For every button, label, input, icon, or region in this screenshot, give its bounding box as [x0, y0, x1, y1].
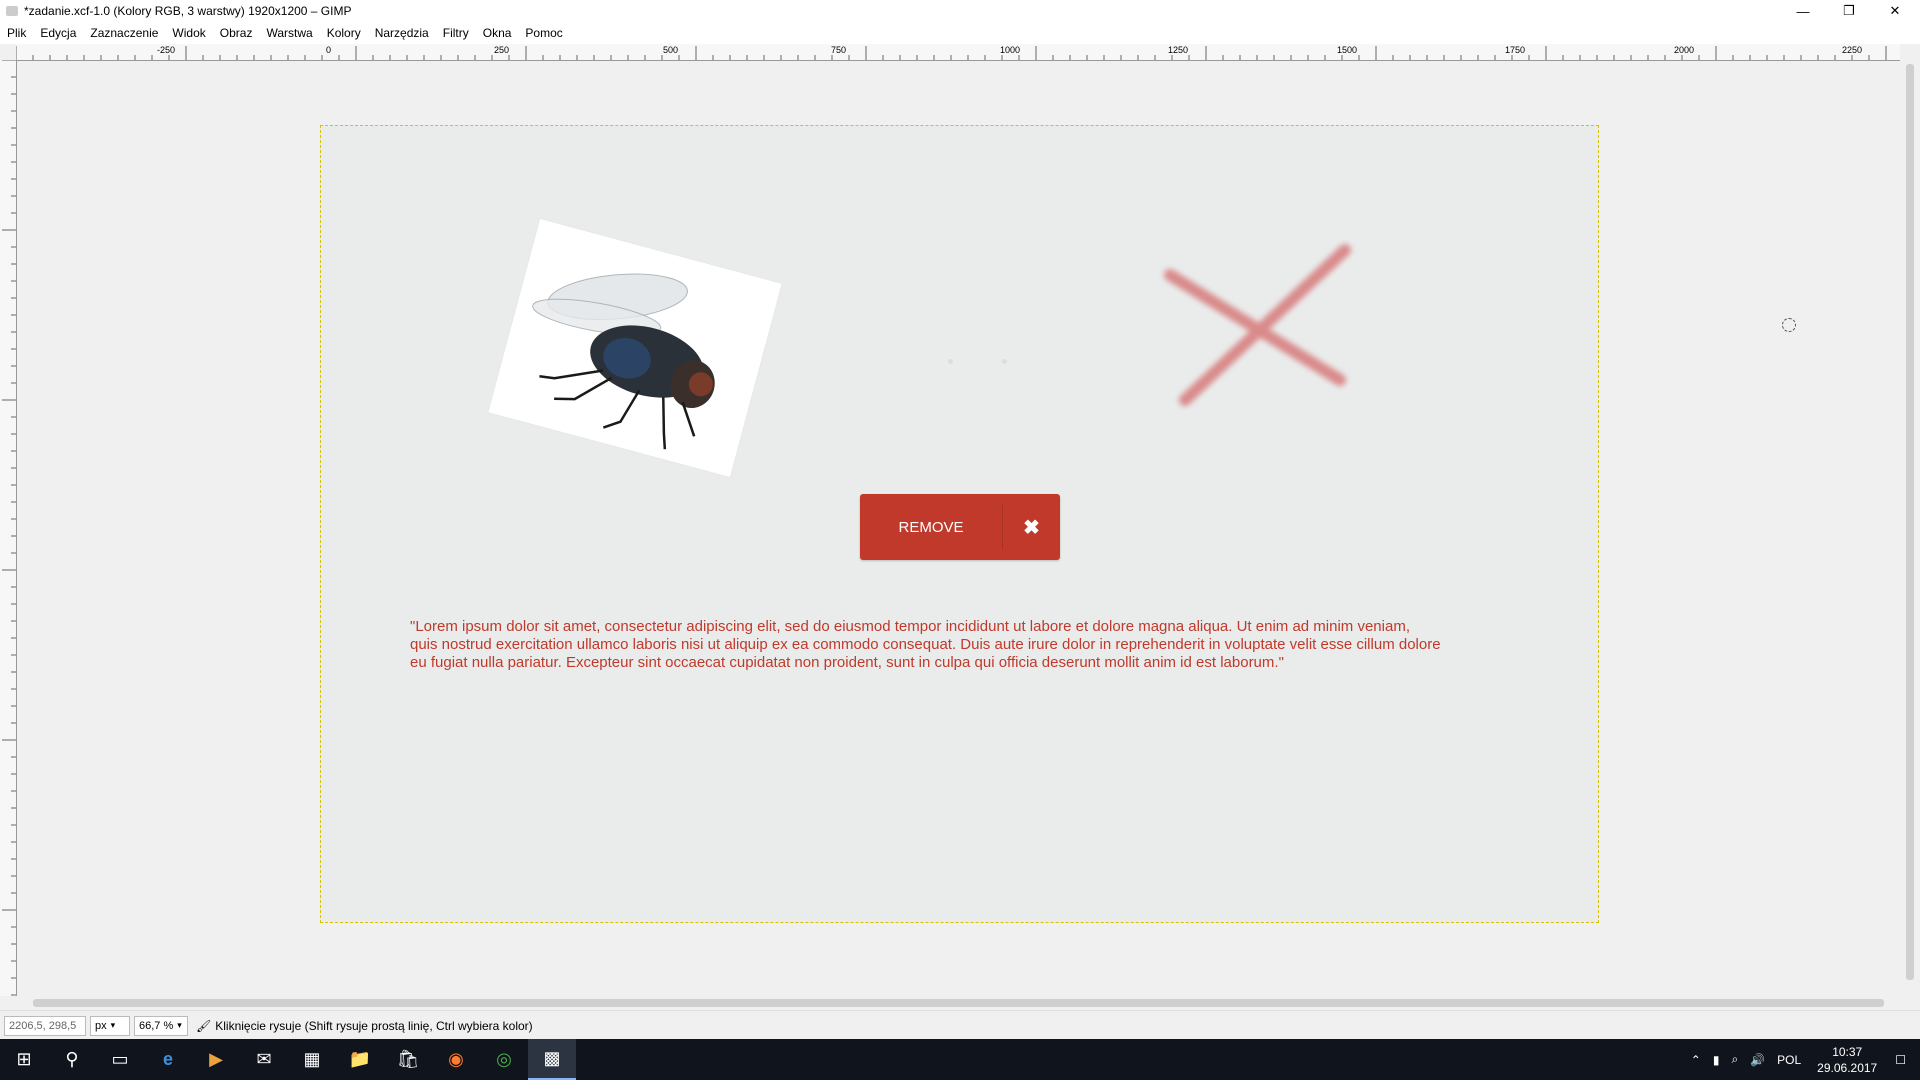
brush-cursor-icon: [1782, 318, 1796, 332]
decorative-dot: [1002, 359, 1007, 364]
zoom-select[interactable]: 66,7 % ▾: [134, 1015, 188, 1036]
edge-icon[interactable]: e: [144, 1039, 192, 1080]
battery-icon[interactable]: ▮: [1713, 1053, 1720, 1067]
menu-edit[interactable]: Edycja: [33, 26, 83, 40]
vertical-scrollbar[interactable]: [1900, 44, 1920, 1000]
unit-select[interactable]: px ▾: [90, 1015, 130, 1036]
gimp-app-icon: [6, 6, 18, 16]
horizontal-ruler[interactable]: -250 0 250 500 750 1000 1250 1500 1750 2…: [16, 44, 1900, 61]
system-tray: ⌃ ▮ ⌕ 🔊 POL 10:37 29.06.2017 ☐: [1679, 1039, 1920, 1080]
unit-value: px: [95, 1019, 107, 1032]
minimize-button[interactable]: —: [1780, 0, 1826, 22]
ruler-corner[interactable]: [0, 44, 17, 61]
gimp-taskbar-icon[interactable]: ▩: [528, 1039, 576, 1080]
chevron-down-icon: ▾: [177, 1020, 182, 1030]
title-bar: *zadanie.xcf-1.0 (Kolory RGB, 3 warstwy)…: [0, 0, 1920, 22]
file-explorer-icon[interactable]: 📁: [336, 1039, 384, 1080]
status-text: Kliknięcie rysuje (Shift rysuje prostą l…: [215, 1018, 533, 1033]
scrollbar-thumb[interactable]: [33, 999, 1884, 1007]
taskbar: ⊞ ⚲ ▭ e ▶ ✉ ▦ 📁 🛍 ◉ ◎ ▩ ⌃ ▮ ⌕ 🔊 POL 10:3…: [0, 1039, 1920, 1080]
horizontal-scrollbar[interactable]: [17, 996, 1900, 1010]
decorative-dot: [948, 359, 953, 364]
menu-bar: Plik Edycja Zaznaczenie Widok Obraz Wars…: [0, 22, 1920, 44]
ruler-label: -250: [157, 45, 176, 55]
chevron-down-icon: ▾: [110, 1020, 116, 1030]
close-button[interactable]: ✕: [1872, 0, 1918, 22]
ruler-label: 1000: [1000, 45, 1021, 55]
status-message: 🖌 Kliknięcie rysuje (Shift rysuje prostą…: [196, 1019, 533, 1033]
ruler-label: 0: [326, 45, 332, 55]
task-view-icon[interactable]: ▭: [96, 1039, 144, 1080]
volume-icon[interactable]: 🔊: [1750, 1053, 1765, 1067]
pointer-coords: 2206,5, 298,5: [4, 1015, 86, 1036]
wifi-icon[interactable]: ⌕: [1731, 1052, 1738, 1067]
close-icon: [1164, 244, 1351, 406]
media-player-icon[interactable]: ▶: [192, 1039, 240, 1080]
ruler-label: 500: [663, 45, 679, 55]
ruler-label: 250: [494, 45, 510, 55]
ruler-label: 750: [831, 45, 847, 55]
status-bar: 2206,5, 298,5 px ▾ 66,7 % ▾ 🖌 Kliknięcie…: [0, 1010, 1920, 1040]
menu-select[interactable]: Zaznaczenie: [83, 26, 165, 40]
ruler-label: 1500: [1337, 45, 1358, 55]
store-icon[interactable]: 🛍: [384, 1039, 432, 1080]
menu-view[interactable]: Widok: [165, 26, 212, 40]
vertical-ruler[interactable]: [0, 60, 17, 996]
ruler-label: 2250: [1842, 45, 1863, 55]
remove-button[interactable]: REMOVE ✖: [860, 494, 1060, 560]
chevron-up-icon[interactable]: ⌃: [1691, 1053, 1701, 1067]
restore-button[interactable]: ❐: [1826, 0, 1872, 22]
clock-date: 29.06.2017: [1817, 1060, 1878, 1075]
mail-icon[interactable]: ✉: [240, 1039, 288, 1080]
language-indicator[interactable]: POL: [1777, 1053, 1801, 1067]
zoom-value: 66,7 %: [139, 1019, 174, 1032]
menu-colors[interactable]: Kolory: [320, 26, 368, 40]
remove-button-label: REMOVE: [898, 518, 964, 536]
ruler-label: 2000: [1674, 45, 1695, 55]
menu-help[interactable]: Pomoc: [518, 26, 569, 40]
calculator-icon[interactable]: ▦: [288, 1039, 336, 1080]
windows-start-icon[interactable]: ⊞: [0, 1039, 48, 1080]
window-title: *zadanie.xcf-1.0 (Kolory RGB, 3 warstwy)…: [24, 4, 352, 18]
paintbrush-icon: 🖌: [196, 1018, 212, 1033]
chrome-icon[interactable]: ◎: [480, 1039, 528, 1080]
scrollbar-thumb[interactable]: [1906, 64, 1914, 980]
search-icon[interactable]: ⚲: [48, 1039, 96, 1080]
menu-image[interactable]: Obraz: [213, 26, 260, 40]
menu-file[interactable]: Plik: [0, 26, 33, 40]
ruler-label: 1250: [1168, 45, 1189, 55]
menu-layer[interactable]: Warstwa: [259, 26, 319, 40]
menu-windows[interactable]: Okna: [476, 26, 519, 40]
menu-tools[interactable]: Narzędzia: [368, 26, 436, 40]
menu-filters[interactable]: Filtry: [436, 26, 476, 40]
close-icon: ✖: [1023, 516, 1040, 539]
clock-time: 10:37: [1832, 1044, 1863, 1059]
lorem-text: "Lorem ipsum dolor sit amet, consectetur…: [410, 618, 1441, 671]
ruler-ticks: [16, 46, 1887, 60]
clock[interactable]: 10:37 29.06.2017: [1817, 1044, 1877, 1076]
ruler-label: 1750: [1505, 45, 1526, 55]
notifications-icon[interactable]: ☐: [1895, 1053, 1906, 1067]
ruler-ticks: [2, 60, 16, 996]
firefox-icon[interactable]: ◉: [432, 1039, 480, 1080]
